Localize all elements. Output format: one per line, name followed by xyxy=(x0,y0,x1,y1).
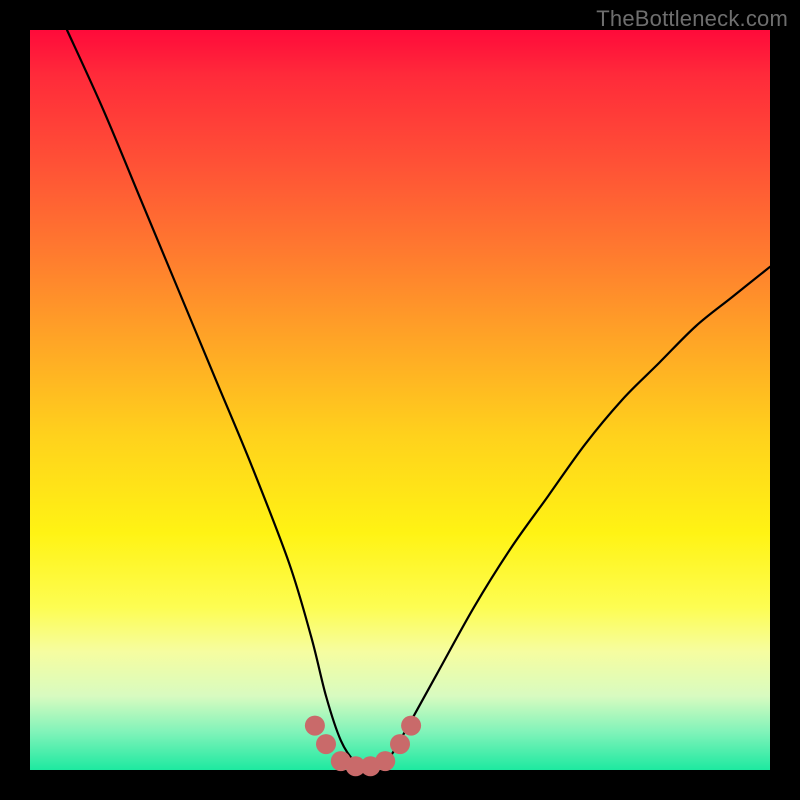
trough-dot xyxy=(375,751,395,771)
trough-dots-group xyxy=(305,716,421,777)
watermark-text: TheBottleneck.com xyxy=(596,6,788,32)
plot-area xyxy=(30,30,770,770)
bottleneck-curve-svg xyxy=(30,30,770,770)
trough-dot xyxy=(401,716,421,736)
trough-dot xyxy=(305,716,325,736)
trough-dot xyxy=(390,734,410,754)
bottleneck-curve-path xyxy=(67,30,770,770)
chart-container: TheBottleneck.com xyxy=(0,0,800,800)
trough-dot xyxy=(316,734,336,754)
